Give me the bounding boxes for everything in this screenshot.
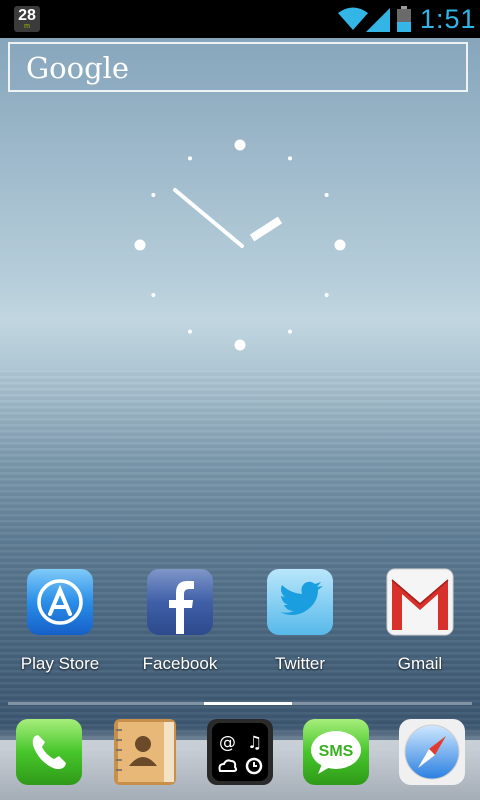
google-logo: Google (26, 51, 130, 85)
utilities-icon[interactable]: @ ♫ (206, 718, 274, 786)
svg-text:♫: ♫ (247, 733, 262, 753)
status-bar: 28 m 1:51 (0, 0, 480, 38)
contacts-book-icon[interactable] (110, 718, 178, 786)
app-label-play-store: Play Store (20, 654, 100, 673)
app-facebook[interactable]: Facebook (120, 568, 240, 674)
app-store-icon (27, 569, 93, 635)
safari-compass-icon[interactable] (398, 718, 466, 786)
app-label-twitter: Twitter (274, 654, 326, 673)
clock-hour-hand (249, 216, 283, 242)
wifi-icon (338, 7, 368, 30)
page-indicator (8, 702, 472, 705)
signal-icon (366, 8, 390, 32)
sms-icon[interactable]: SMS (302, 718, 370, 786)
analog-clock-widget[interactable] (130, 135, 350, 355)
app-play-store[interactable]: Play Store (0, 568, 120, 674)
google-search-bar[interactable]: Google (8, 42, 468, 92)
weather-notification-icon[interactable]: 28 m (14, 6, 40, 32)
battery-icon (397, 6, 411, 32)
clock-minute-hand (173, 188, 244, 248)
app-twitter[interactable]: Twitter (240, 568, 360, 674)
twitter-bird-icon (267, 569, 333, 635)
app-label-gmail: Gmail (397, 654, 443, 673)
facebook-icon (147, 569, 213, 635)
page-indicator-active (204, 702, 292, 705)
status-time: 1:51 (420, 4, 477, 34)
phone-icon[interactable] (15, 718, 83, 786)
app-label-facebook: Facebook (142, 654, 218, 673)
at-sign-glyph: @ (219, 733, 236, 753)
notification-subtext: m (24, 23, 30, 30)
app-gmail[interactable]: Gmail (360, 568, 480, 674)
gmail-envelope-icon (386, 568, 454, 636)
sms-text: SMS (319, 743, 354, 760)
